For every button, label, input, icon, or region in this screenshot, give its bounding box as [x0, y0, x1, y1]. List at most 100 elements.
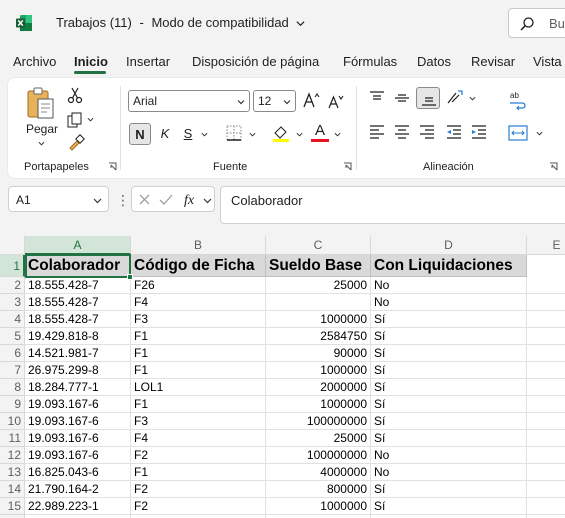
- row-header[interactable]: 7: [0, 362, 25, 379]
- cell-sueldo-base[interactable]: 1000000: [266, 396, 371, 413]
- cell-codigo-ficha[interactable]: F4: [131, 430, 266, 447]
- font-launcher-icon[interactable]: [343, 162, 352, 171]
- row-header[interactable]: 12: [0, 447, 25, 464]
- tab-formulas[interactable]: Fórmulas: [343, 54, 397, 69]
- name-box[interactable]: A1: [8, 186, 109, 212]
- paste-dropdown-icon[interactable]: [38, 140, 45, 147]
- cell-sueldo-base[interactable]: 100000000: [266, 413, 371, 430]
- cell-codigo-ficha[interactable]: F2: [131, 498, 266, 515]
- cell-con-liquidaciones[interactable]: Sí: [371, 498, 527, 515]
- align-right-icon[interactable]: [418, 124, 436, 140]
- cell-sueldo-base[interactable]: 2000000: [266, 379, 371, 396]
- alignment-launcher-icon[interactable]: [549, 162, 558, 171]
- cell-colaborador[interactable]: 22.989.223-1: [25, 498, 131, 515]
- cell-empty[interactable]: [527, 464, 565, 481]
- column-header-e[interactable]: E: [527, 236, 565, 255]
- cell-colaborador[interactable]: 18.555.428-7: [25, 277, 131, 294]
- cancel-icon[interactable]: [138, 193, 151, 206]
- cell-con-liquidaciones[interactable]: Sí: [371, 413, 527, 430]
- row-header[interactable]: 3: [0, 294, 25, 311]
- cell-colaborador[interactable]: 18.284.777-1: [25, 379, 131, 396]
- cell-sueldo-base[interactable]: 25000: [266, 430, 371, 447]
- borders-dropdown-icon[interactable]: [249, 131, 256, 138]
- cell-codigo-ficha[interactable]: F1: [131, 464, 266, 481]
- column-header-d[interactable]: D: [371, 236, 527, 255]
- cell-empty[interactable]: [527, 328, 565, 345]
- cell-empty[interactable]: [527, 396, 565, 413]
- header-cell-sueldo-base[interactable]: Sueldo Base: [266, 255, 371, 277]
- cell-codigo-ficha[interactable]: F3: [131, 311, 266, 328]
- row-header[interactable]: 15: [0, 498, 25, 515]
- row-header[interactable]: 8: [0, 379, 25, 396]
- cell-colaborador[interactable]: 18.555.428-7: [25, 311, 131, 328]
- paste-button-label[interactable]: Pegar: [26, 122, 58, 136]
- cell-colaborador[interactable]: 21.790.164-2: [25, 481, 131, 498]
- cell-colaborador[interactable]: 19.093.167-6: [25, 413, 131, 430]
- cell-codigo-ficha[interactable]: F4: [131, 294, 266, 311]
- cell-sueldo-base[interactable]: 800000: [266, 481, 371, 498]
- cell-con-liquidaciones[interactable]: No: [371, 294, 527, 311]
- cell-colaborador[interactable]: 19.093.167-6: [25, 430, 131, 447]
- cell-empty[interactable]: [527, 277, 565, 294]
- row-header[interactable]: 11: [0, 430, 25, 447]
- cell-con-liquidaciones[interactable]: No: [371, 277, 527, 294]
- cell-sueldo-base[interactable]: 100000000: [266, 447, 371, 464]
- select-all-corner[interactable]: [0, 236, 25, 255]
- format-painter-icon[interactable]: [67, 134, 85, 152]
- cell-empty[interactable]: [527, 311, 565, 328]
- row-header[interactable]: 9: [0, 396, 25, 413]
- cell-codigo-ficha[interactable]: F1: [131, 328, 266, 345]
- fill-color-dropdown-icon[interactable]: [296, 131, 303, 138]
- row-header[interactable]: 5: [0, 328, 25, 345]
- font-color-button[interactable]: A: [311, 122, 329, 144]
- insert-function-icon[interactable]: fx: [183, 191, 201, 208]
- cell-codigo-ficha[interactable]: F26: [131, 277, 266, 294]
- cell-codigo-ficha[interactable]: LOL1: [131, 379, 266, 396]
- cell-empty[interactable]: [527, 345, 565, 362]
- cell-sueldo-base[interactable]: 4000000: [266, 464, 371, 481]
- align-left-icon[interactable]: [368, 124, 386, 140]
- bold-button[interactable]: N: [129, 123, 151, 145]
- cell-empty[interactable]: [527, 294, 565, 311]
- row-header[interactable]: 10: [0, 413, 25, 430]
- cell-empty[interactable]: [527, 498, 565, 515]
- cell-con-liquidaciones[interactable]: Sí: [371, 396, 527, 413]
- cell-con-liquidaciones[interactable]: Sí: [371, 379, 527, 396]
- cell-colaborador[interactable]: 26.975.299-8: [25, 362, 131, 379]
- chevron-down-icon[interactable]: [203, 196, 212, 205]
- cell-colaborador[interactable]: 16.825.043-6: [25, 464, 131, 481]
- cell-codigo-ficha[interactable]: F2: [131, 447, 266, 464]
- cell-con-liquidaciones[interactable]: Sí: [371, 311, 527, 328]
- font-size-select[interactable]: 12: [253, 90, 296, 112]
- cell-sueldo-base[interactable]: 2584750: [266, 328, 371, 345]
- tab-vista[interactable]: Vista: [533, 54, 562, 69]
- row-header[interactable]: 14: [0, 481, 25, 498]
- column-header-b[interactable]: B: [131, 236, 266, 255]
- tab-inicio[interactable]: Inicio: [74, 54, 108, 69]
- cell-colaborador[interactable]: 19.093.167-6: [25, 447, 131, 464]
- orientation-icon[interactable]: [445, 89, 465, 107]
- copy-icon[interactable]: [66, 111, 84, 129]
- row-header[interactable]: 13: [0, 464, 25, 481]
- orientation-dropdown-icon[interactable]: [469, 95, 476, 102]
- borders-icon[interactable]: [225, 124, 243, 142]
- cell-colaborador[interactable]: 18.555.428-7: [25, 294, 131, 311]
- fill-color-icon[interactable]: [271, 123, 291, 143]
- formula-input[interactable]: Colaborador: [220, 186, 565, 224]
- row-header[interactable]: 1: [0, 255, 25, 277]
- enter-check-icon[interactable]: [159, 193, 173, 206]
- cell-empty[interactable]: [527, 481, 565, 498]
- cell-sueldo-base[interactable]: [266, 294, 371, 311]
- cut-icon[interactable]: [66, 86, 84, 104]
- copy-dropdown-icon[interactable]: [87, 116, 94, 123]
- clipboard-launcher-icon[interactable]: [108, 162, 117, 171]
- cell-sueldo-base[interactable]: 90000: [266, 345, 371, 362]
- cell-codigo-ficha[interactable]: F1: [131, 396, 266, 413]
- wrap-text-icon[interactable]: ab: [508, 90, 528, 110]
- cell-sueldo-base[interactable]: 1000000: [266, 498, 371, 515]
- cell-con-liquidaciones[interactable]: Sí: [371, 430, 527, 447]
- tab-revisar[interactable]: Revisar: [471, 54, 515, 69]
- cell-empty[interactable]: [527, 362, 565, 379]
- align-middle-icon[interactable]: [393, 90, 411, 106]
- cell-empty[interactable]: [527, 413, 565, 430]
